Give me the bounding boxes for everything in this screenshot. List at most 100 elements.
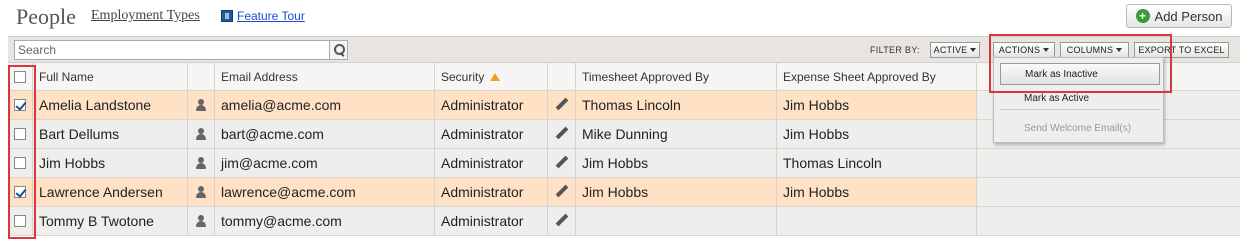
cell-full-name: Bart Dellums bbox=[33, 120, 188, 148]
pencil-icon bbox=[555, 156, 569, 170]
edit-cell[interactable] bbox=[548, 120, 576, 148]
actions-label: ACTIONS bbox=[998, 45, 1041, 55]
row-select-cell bbox=[8, 91, 33, 119]
row-select-cell bbox=[8, 149, 33, 177]
column-header-security[interactable]: Security bbox=[435, 63, 548, 90]
filter-by-label: FILTER BY: bbox=[870, 45, 920, 55]
page-header: People Employment Types Feature Tour + A… bbox=[0, 0, 1240, 36]
cell-filler bbox=[977, 149, 1240, 177]
column-header-security-label: Security bbox=[441, 69, 485, 84]
chevron-down-icon bbox=[1116, 48, 1123, 52]
column-header-email[interactable]: Email Address bbox=[215, 63, 435, 90]
column-header-blank bbox=[548, 63, 576, 90]
cell-security: Administrator bbox=[435, 149, 548, 177]
column-header-name[interactable]: Full Name bbox=[33, 63, 188, 90]
person-icon bbox=[196, 215, 206, 227]
menu-item-mark-active[interactable]: Mark as Active bbox=[1000, 87, 1160, 109]
cell-timesheet-approver: Jim Hobbs bbox=[576, 178, 777, 206]
column-header-blank bbox=[188, 63, 215, 90]
add-person-button[interactable]: + Add Person bbox=[1126, 4, 1232, 28]
row-select-cell bbox=[8, 120, 33, 148]
feature-tour-label: Feature Tour bbox=[237, 9, 305, 23]
column-header-timesheet[interactable]: Timesheet Approved By bbox=[576, 63, 777, 90]
profile-cell[interactable] bbox=[188, 149, 215, 177]
select-all-checkbox[interactable] bbox=[14, 70, 26, 83]
pencil-icon bbox=[555, 214, 569, 228]
sort-ascending-icon bbox=[490, 72, 501, 81]
chevron-down-icon bbox=[1043, 48, 1050, 52]
cell-security: Administrator bbox=[435, 207, 548, 235]
row-select-cell bbox=[8, 178, 33, 206]
profile-cell[interactable] bbox=[188, 91, 215, 119]
film-icon bbox=[221, 10, 233, 22]
cell-timesheet-approver: Jim Hobbs bbox=[576, 149, 777, 177]
columns-label: COLUMNS bbox=[1066, 45, 1114, 55]
cell-email: tommy@acme.com bbox=[215, 207, 435, 235]
active-filter-label: ACTIVE bbox=[933, 45, 968, 55]
cell-timesheet-approver: Thomas Lincoln bbox=[576, 91, 777, 119]
cell-email: jim@acme.com bbox=[215, 149, 435, 177]
edit-cell[interactable] bbox=[548, 178, 576, 206]
cell-filler bbox=[977, 178, 1240, 206]
cell-expense-approver bbox=[777, 207, 977, 235]
employment-types-link[interactable]: Employment Types bbox=[91, 8, 200, 24]
profile-cell[interactable] bbox=[188, 178, 215, 206]
menu-divider bbox=[1000, 109, 1160, 110]
pencil-icon bbox=[555, 98, 569, 112]
pencil-icon bbox=[555, 127, 569, 141]
row-checkbox[interactable] bbox=[14, 99, 26, 111]
search-input[interactable]: Search bbox=[14, 40, 330, 60]
page-title: People bbox=[16, 4, 76, 29]
plus-icon: + bbox=[1135, 9, 1150, 23]
menu-item-send-welcome: Send Welcome Email(s) bbox=[1024, 122, 1132, 134]
cell-security: Administrator bbox=[435, 91, 548, 119]
edit-cell[interactable] bbox=[548, 91, 576, 119]
column-header-expense[interactable]: Expense Sheet Approved By bbox=[777, 63, 977, 90]
columns-button[interactable]: COLUMNS bbox=[1060, 42, 1129, 58]
cell-security: Administrator bbox=[435, 120, 548, 148]
profile-cell[interactable] bbox=[188, 120, 215, 148]
edit-cell[interactable] bbox=[548, 149, 576, 177]
cell-security: Administrator bbox=[435, 178, 548, 206]
table-row[interactable]: Lawrence Andersen lawrence@acme.com Admini… bbox=[8, 178, 1240, 207]
export-label: EXPORT TO EXCEL bbox=[1138, 45, 1225, 55]
row-select-cell bbox=[8, 207, 33, 235]
row-checkbox[interactable] bbox=[14, 215, 26, 227]
cell-email: bart@acme.com bbox=[215, 120, 435, 148]
cell-filler bbox=[977, 207, 1240, 235]
active-filter-button[interactable]: ACTIVE bbox=[930, 42, 980, 58]
select-all-cell bbox=[8, 63, 33, 90]
cell-full-name: Tommy B Twotone bbox=[33, 207, 188, 235]
pencil-icon bbox=[555, 185, 569, 199]
table-row[interactable]: Jim Hobbs jim@acme.com Administrator Jim Ho… bbox=[8, 149, 1240, 178]
edit-cell[interactable] bbox=[548, 207, 576, 235]
actions-dropdown-menu: Mark as Inactive Mark as Active Send Wel… bbox=[993, 57, 1164, 143]
person-icon bbox=[196, 99, 206, 111]
actions-button[interactable]: ACTIONS bbox=[993, 42, 1055, 58]
row-checkbox[interactable] bbox=[14, 186, 26, 198]
row-checkbox[interactable] bbox=[14, 128, 26, 140]
cell-full-name: Lawrence Andersen bbox=[33, 178, 188, 206]
cell-expense-approver: Jim Hobbs bbox=[777, 120, 977, 148]
export-excel-button[interactable]: EXPORT TO EXCEL bbox=[1134, 42, 1229, 58]
cell-full-name: Jim Hobbs bbox=[33, 149, 188, 177]
chevron-down-icon bbox=[970, 48, 977, 52]
search-icon[interactable] bbox=[330, 40, 348, 60]
cell-timesheet-approver bbox=[576, 207, 777, 235]
person-icon bbox=[196, 157, 206, 169]
person-icon bbox=[196, 128, 206, 140]
menu-item-mark-inactive[interactable]: Mark as Inactive bbox=[1000, 63, 1160, 85]
cell-timesheet-approver: Mike Dunning bbox=[576, 120, 777, 148]
cell-email: lawrence@acme.com bbox=[215, 178, 435, 206]
cell-expense-approver: Thomas Lincoln bbox=[777, 149, 977, 177]
profile-cell[interactable] bbox=[188, 207, 215, 235]
feature-tour-link[interactable]: Feature Tour bbox=[221, 9, 305, 23]
row-checkbox[interactable] bbox=[14, 157, 26, 169]
table-row[interactable]: Tommy B Twotone tommy@acme.com Administrat… bbox=[8, 207, 1240, 236]
cell-expense-approver: Jim Hobbs bbox=[777, 178, 977, 206]
add-person-label: Add Person bbox=[1154, 8, 1223, 24]
cell-full-name: Amelia Landstone bbox=[33, 91, 188, 119]
cell-expense-approver: Jim Hobbs bbox=[777, 91, 977, 119]
cell-email: amelia@acme.com bbox=[215, 91, 435, 119]
person-icon bbox=[196, 186, 206, 198]
